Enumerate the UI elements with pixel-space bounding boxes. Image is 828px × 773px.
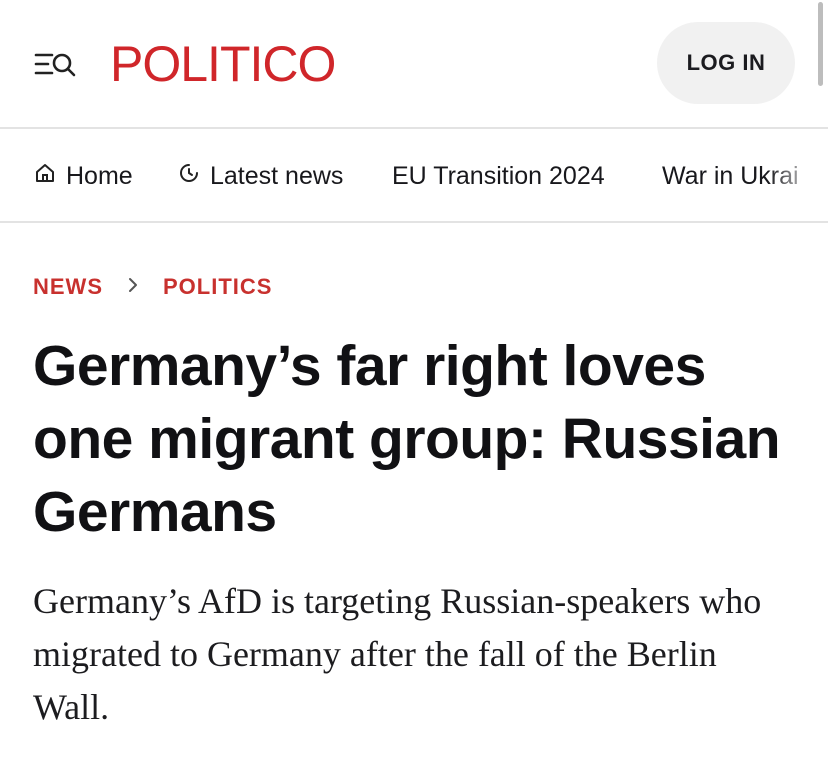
nav-item-label: Home [66, 162, 133, 190]
article-dek: Germany’s AfD is targeting Russian-speak… [33, 581, 762, 727]
header-divider [0, 127, 828, 129]
clock-icon [178, 160, 200, 192]
nav-item-label: Latest news [210, 162, 344, 190]
breadcrumb: NEWS POLITICS [33, 274, 272, 300]
menu-search-button[interactable] [34, 48, 78, 80]
site-header: POLITICO LOG IN [0, 0, 828, 128]
nav-item-eu-transition[interactable]: EU Transition 2024 [392, 160, 605, 192]
article-headline: Germany’s far right loves one migrant gr… [33, 334, 781, 544]
chevron-right-icon [127, 276, 139, 299]
login-button[interactable]: LOG IN [657, 22, 795, 104]
menu-search-icon [34, 53, 76, 77]
home-icon [34, 160, 56, 192]
section-nav: Home Latest news EU Transition 2024 War … [0, 130, 828, 222]
nav-item-label: EU Transition 2024 [392, 162, 605, 190]
breadcrumb-news[interactable]: NEWS [33, 274, 103, 300]
breadcrumb-politics[interactable]: POLITICS [163, 274, 272, 300]
politico-logo[interactable]: POLITICO [110, 34, 336, 94]
scrollbar[interactable] [818, 2, 823, 86]
nav-item-latest-news[interactable]: Latest news [178, 160, 343, 192]
nav-item-home[interactable]: Home [34, 160, 133, 192]
nav-scroll-fade [768, 130, 828, 222]
nav-divider [0, 221, 828, 223]
